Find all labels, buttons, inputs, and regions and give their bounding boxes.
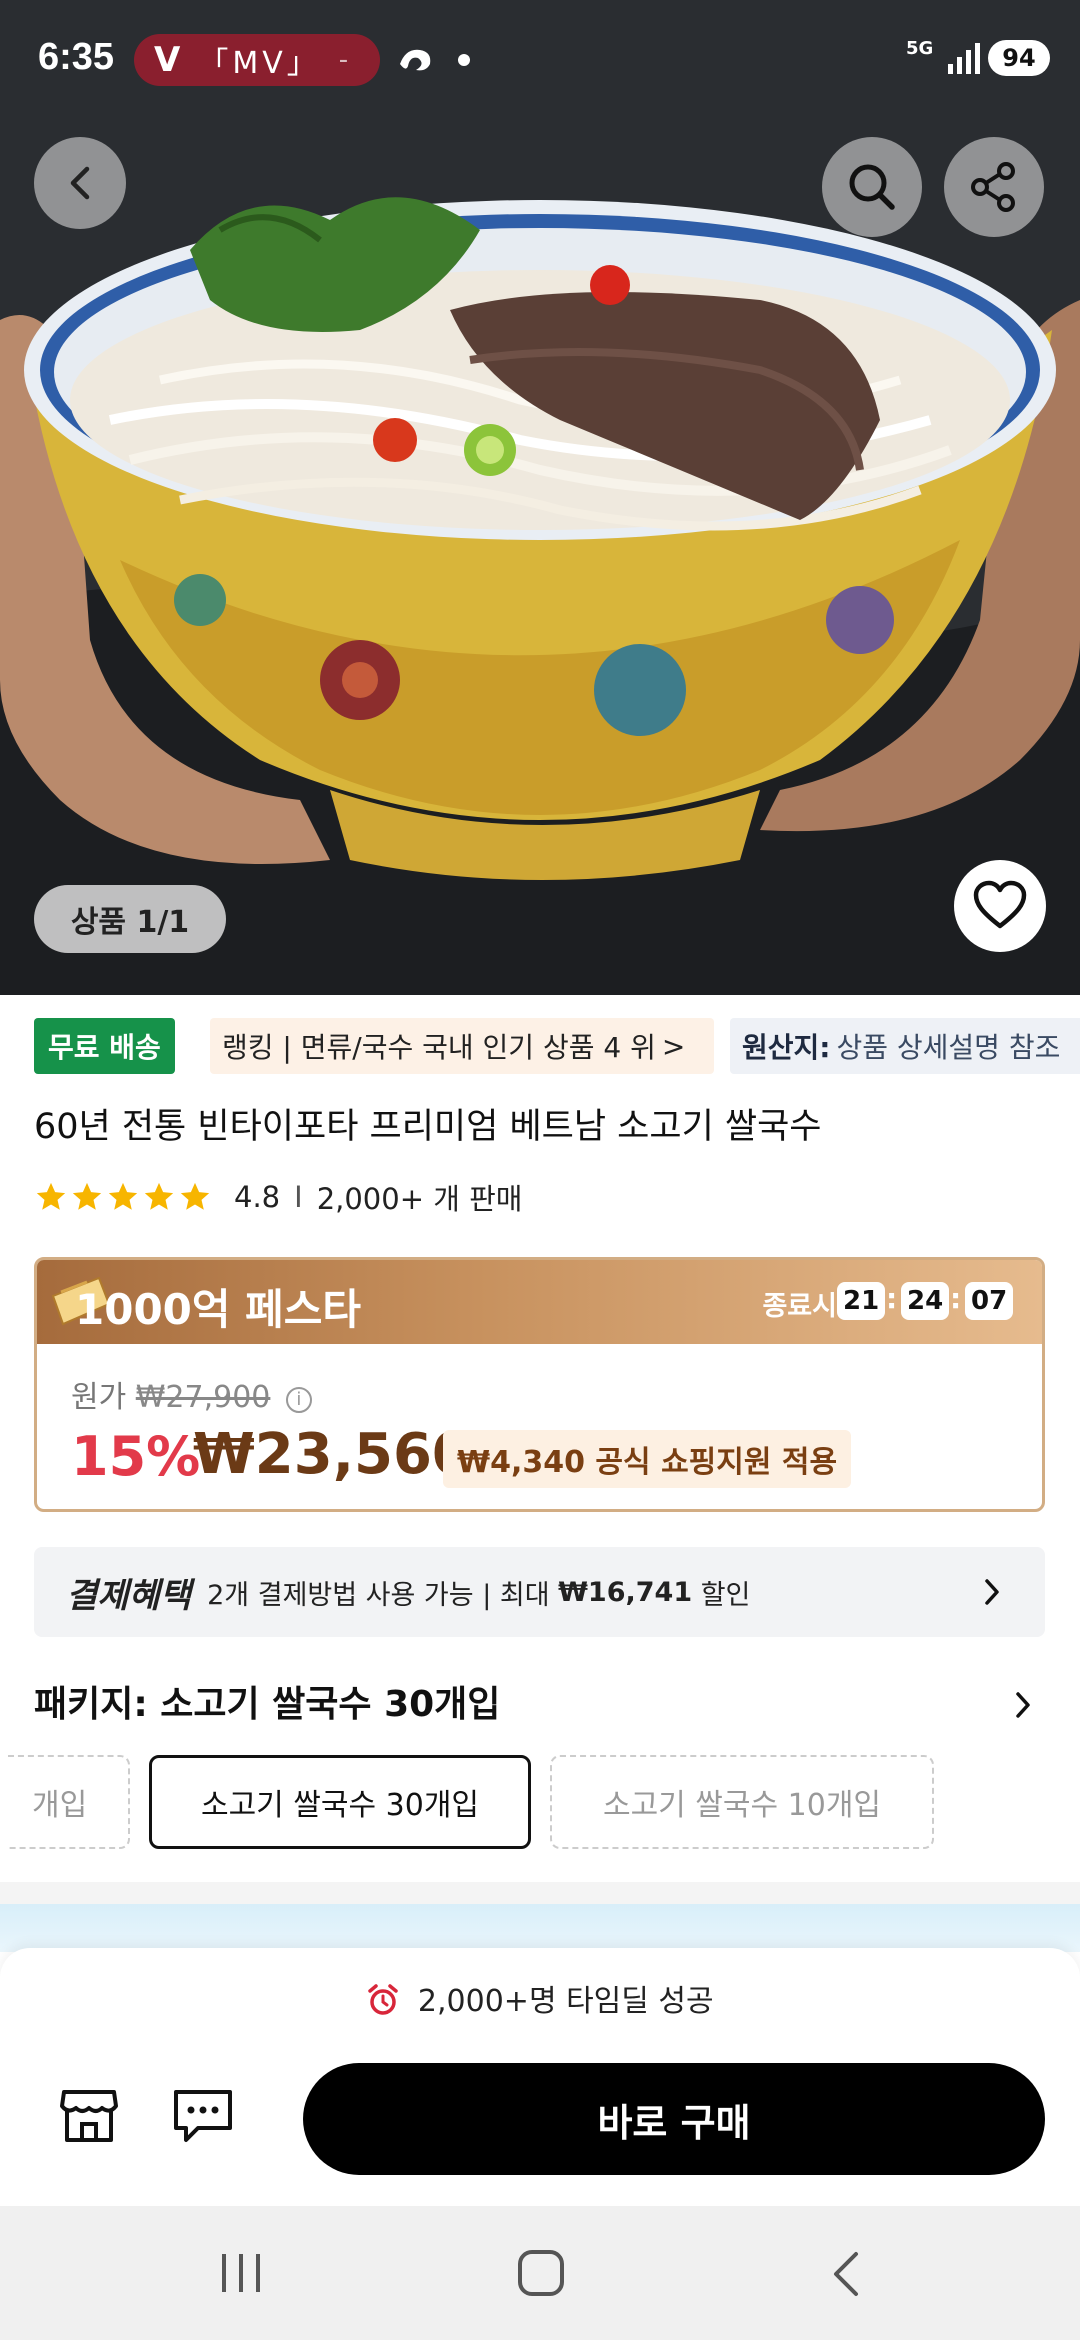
festa-header: 1000억 페스타 종료시간 : 21 : 24 : 07 xyxy=(37,1260,1042,1344)
info-icon[interactable]: i xyxy=(285,1387,312,1413)
timer-colon: : xyxy=(886,1282,898,1315)
package-option-selected[interactable]: 소고기 쌀국수 30개입 xyxy=(149,1755,531,1849)
media-app-extra: - xyxy=(338,45,349,75)
free-shipping-badge: 무료 배송 xyxy=(34,1018,175,1074)
star-icon xyxy=(36,1182,66,1210)
discount-rate: 15% xyxy=(71,1425,201,1488)
chevron-left-icon xyxy=(70,166,90,200)
store-icon[interactable] xyxy=(58,2086,120,2144)
home-icon[interactable] xyxy=(518,2250,564,2296)
timedeal-text: 2,000+명 타임딜 성공 xyxy=(417,1984,714,2019)
payment-benefit-amount: ₩16,741 xyxy=(558,1576,693,1608)
notification-app-icon xyxy=(400,49,431,71)
signal-icon xyxy=(948,43,980,74)
notification-dot xyxy=(458,54,470,66)
purchase-bar: 2,000+명 타임딜 성공 바로 구매 xyxy=(0,1948,1080,2206)
festa-title: 1000억 페스타 xyxy=(75,1285,362,1334)
payment-benefit-label: 결제혜택 xyxy=(66,1575,192,1616)
banner-peek xyxy=(0,1904,1080,1952)
media-app-text: 「MV」 xyxy=(198,46,321,81)
share-button[interactable] xyxy=(944,137,1044,237)
star-icon xyxy=(180,1182,210,1210)
product-image-area[interactable]: 6:35 V 「MV」 - 5G 94 상품 1/1 xyxy=(0,0,1080,995)
timer-seconds: 07 xyxy=(965,1282,1014,1320)
chevron-right-icon xyxy=(985,1579,999,1605)
tag-row[interactable]: 무료 배송 랭킹 | 면류/국수 국내 인기 상품 4 위 > 원산지: 상품 … xyxy=(0,1018,1080,1074)
network-type: 5G xyxy=(906,38,934,59)
star-icon xyxy=(144,1182,174,1210)
search-icon xyxy=(849,164,895,210)
alarm-clock-icon xyxy=(368,1984,399,2015)
section-divider xyxy=(0,1882,1080,1904)
original-price: ₩27,900 xyxy=(135,1380,271,1415)
battery-indicator: 94 xyxy=(988,40,1050,76)
star-icon xyxy=(108,1182,138,1210)
origin-label: 원산지: xyxy=(742,1031,831,1064)
sold-count: 2,000+ 개 판매 xyxy=(316,1182,523,1216)
ranking-text: 랭킹 | 면류/국수 국내 인기 상품 4 위 xyxy=(222,1031,656,1064)
status-bar: 6:35 V 「MV」 - 5G 94 xyxy=(0,0,1080,120)
timer-minutes: 24 xyxy=(901,1282,950,1320)
package-option[interactable]: 개입 xyxy=(8,1755,130,1849)
package-title[interactable]: 패키지: 소고기 쌀국수 30개입 xyxy=(34,1675,500,1727)
original-price-row: 원가 ₩27,900 i xyxy=(71,1372,312,1416)
back-icon[interactable] xyxy=(828,2250,862,2298)
recent-apps-icon[interactable] xyxy=(218,2252,264,2294)
ranking-badge[interactable]: 랭킹 | 면류/국수 국내 인기 상품 4 위 > xyxy=(210,1018,714,1074)
chevron-right-icon[interactable] xyxy=(1014,1690,1032,1720)
timedeal-notice: 2,000+명 타임딜 성공 xyxy=(0,1976,1080,2020)
star-icon xyxy=(72,1182,102,1210)
media-app-letter: V xyxy=(154,40,181,80)
payment-benefit-suffix: 할인 xyxy=(692,1579,751,1611)
origin-value: 상품 상세설명 참조 xyxy=(836,1031,1061,1064)
rating-separator: I xyxy=(294,1180,303,1214)
product-title: 60년 전통 빈타이포타 프리미엄 베트남 소고기 쌀국수 xyxy=(34,1107,822,1147)
timer-colon: : xyxy=(950,1282,962,1315)
ranking-arrow: > xyxy=(661,1029,686,1063)
package-option[interactable]: 소고기 쌀국수 10개입 xyxy=(550,1755,934,1849)
rating-row[interactable]: 4.8 I 2,000+ 개 판매 xyxy=(34,1175,522,1219)
back-button[interactable] xyxy=(34,137,126,229)
heart-icon xyxy=(973,880,1027,929)
share-icon xyxy=(971,162,1015,212)
star-rating xyxy=(34,1180,212,1214)
original-price-label: 원가 xyxy=(71,1380,127,1415)
rating-value: 4.8 xyxy=(234,1180,281,1214)
origin-badge: 원산지: 상품 상세설명 참조 xyxy=(730,1018,1080,1074)
media-notification-pill[interactable]: V 「MV」 - xyxy=(134,34,380,86)
payment-benefit-bar[interactable]: 결제혜택 2개 결제방법 사용 가능 | 최대 ₩16,741 할인 xyxy=(34,1547,1045,1637)
system-navigation-bar xyxy=(0,2206,1080,2340)
status-time: 6:35 xyxy=(38,36,115,78)
timer-hours: 21 xyxy=(837,1282,886,1320)
product-photo xyxy=(0,0,1080,995)
sale-price: ₩23,560 xyxy=(193,1422,471,1487)
wishlist-button[interactable] xyxy=(954,860,1046,952)
buy-now-button[interactable]: 바로 구매 xyxy=(303,2063,1045,2175)
chat-icon[interactable] xyxy=(172,2086,234,2144)
search-button[interactable] xyxy=(822,137,922,237)
image-counter: 상품 1/1 xyxy=(34,885,226,953)
festa-deal-card: 1000억 페스타 종료시간 : 21 : 24 : 07 원가 ₩27,900… xyxy=(34,1257,1045,1512)
payment-benefit-text: 2개 결제방법 사용 가능 | 최대 xyxy=(207,1579,559,1611)
shopping-support-badge: ₩4,340 공식 쇼핑지원 적용 xyxy=(443,1430,852,1488)
